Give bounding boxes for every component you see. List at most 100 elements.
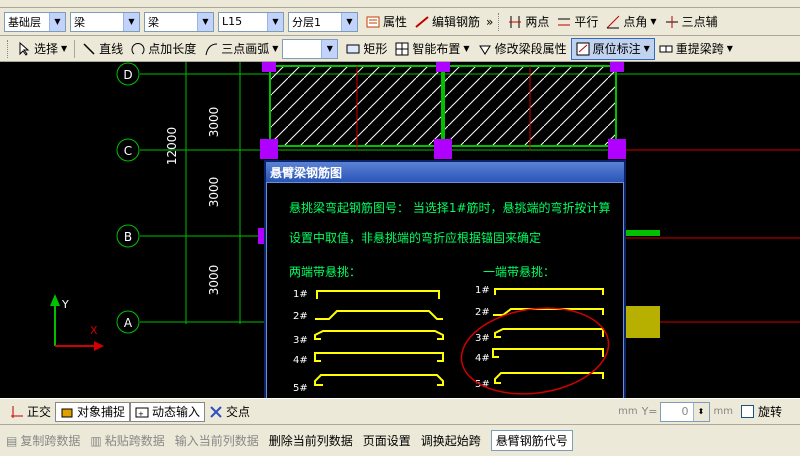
three-point-aux-button[interactable]: 三点辅 [661,11,722,33]
chevron-down-icon: ▼ [123,12,139,31]
chevron-down-icon: ▼ [267,12,283,31]
toolbar-more-button[interactable]: » [484,11,495,33]
paste-span-button[interactable]: ▥ 粘贴跨数据 [90,432,164,449]
toolbar-grip [7,39,10,58]
y-value: 0 [681,405,689,418]
toolbar-grip [498,12,501,31]
draw-mode-select[interactable]: ▼ [282,38,339,59]
chevron-down-icon: ▼ [197,12,213,31]
member-value: L15 [222,15,243,28]
highlight-ellipse [460,307,610,395]
re-span-label: 重提梁跨 [675,42,724,56]
rect-icon [346,42,360,56]
paste-icon: ▥ [90,434,102,448]
svg-text:Y: Y [61,298,69,311]
two-point-icon [508,15,522,29]
ortho-icon [10,405,24,419]
rect-button[interactable]: 矩形 [342,38,391,60]
swap-start-span-button[interactable]: 调换起始跨 [421,432,481,449]
chevron-down-icon: ▼ [341,12,357,31]
type-select[interactable]: 梁 ▼ [144,11,214,32]
toolbar-main: 基础层 ▼ 梁 ▼ 梁 ▼ L15 ▼ 分层1 ▼ 属性 编辑钢筋 » 两点 平行 点角 ▼… [0,8,800,36]
dim-text-cb: 3000 [207,177,221,208]
status-bar: 正交 对象捕捉 + 动态输入 交点 mm Y= 0 ⬍ mm 旋转 [0,398,800,424]
smart-layout-button[interactable]: 智能布置 ▼ [391,38,473,60]
dialog-title[interactable]: 悬臂梁钢筋图 [266,162,624,182]
original-mark-button[interactable]: 原位标注 ▼ [570,37,655,60]
chevron-down-icon: ▼ [321,39,338,58]
smart-layout-icon [395,42,409,56]
rebar-left-4[interactable] [314,352,444,362]
re-span-button[interactable]: 重提梁跨 ▼ [655,38,737,60]
cantilever-code-button[interactable]: 悬臂钢筋代号 [490,430,573,451]
rotate-checkbox[interactable] [740,405,754,418]
edit-rebar-button[interactable]: 编辑钢筋 [411,11,484,33]
rebar-right-3[interactable] [494,328,604,338]
cantilever-rebar-dialog[interactable]: 悬臂梁钢筋图 悬挑梁弯起钢筋图号： 当选择1#筋时，悬挑端的弯折按计算 设置中取… [264,160,626,438]
bottom-toolbar: ▤ 复制跨数据 ▥ 粘贴跨数据 输入当前列数据 删除当前列数据 页面设置 调换起始跨… [0,424,800,456]
point-length-button[interactable]: 点加长度 [127,38,200,60]
column[interactable] [610,62,624,72]
parallel-label: 平行 [574,15,599,29]
two-point-label: 两点 [525,15,550,29]
intersection-toggle[interactable]: 交点 [205,402,254,422]
copy-span-label: 复制跨数据 [20,434,81,448]
column[interactable] [436,62,450,72]
delete-column-button[interactable]: 删除当前列数据 [269,432,353,449]
category-select[interactable]: 梁 ▼ [70,11,140,32]
y-input[interactable]: 0 ⬍ [659,401,710,422]
separator [74,39,76,58]
line-icon [82,42,96,56]
chevron-down-icon: ▼ [726,44,733,53]
page-setup-button[interactable]: 页面设置 [363,432,411,449]
parallel-icon [557,15,571,29]
axis-bubble-a: A [116,310,140,334]
modify-span-button[interactable]: 修改梁段属性 [474,38,571,60]
column[interactable] [260,139,278,159]
floor-select[interactable]: 基础层 ▼ [4,11,66,32]
column-a-right[interactable] [626,306,660,338]
column[interactable] [608,139,626,159]
ortho-label: 正交 [27,405,52,419]
intersection-label: 交点 [226,405,251,419]
point-angle-label: 点角 [623,15,648,29]
rebar-left-2[interactable] [315,310,443,320]
svg-text:+: + [138,410,144,418]
member-select[interactable]: L15 ▼ [218,11,284,32]
beam-slab-left [269,65,443,147]
layer-select[interactable]: 分层1 ▼ [288,11,358,32]
edit-rebar-label: 编辑钢筋 [432,15,481,29]
point-angle-icon [606,15,620,29]
arc-button[interactable]: 三点画弧 ▼ [200,38,282,60]
spinner-icon: ⬍ [692,402,709,421]
axis-bubble-b: B [116,224,140,248]
snap-icon [60,405,74,419]
axis-bubble-c: C [116,138,140,162]
rebar-right-1[interactable] [494,288,604,295]
chevron-down-icon: ▼ [272,44,279,53]
point-angle-button[interactable]: 点角 ▼ [602,11,660,33]
properties-button[interactable]: 属性 [362,11,411,33]
rebar-left-1[interactable] [316,290,440,299]
dim-text-ba: 3000 [207,265,221,296]
rebar-right-5[interactable] [494,372,604,384]
parallel-button[interactable]: 平行 [553,11,602,33]
rebar-right-4[interactable] [492,348,604,358]
ortho-toggle[interactable]: 正交 [6,402,55,422]
menu-strip [0,0,800,8]
copy-span-button[interactable]: ▤ 复制跨数据 [6,432,80,449]
rect-label: 矩形 [363,42,388,56]
input-column-button[interactable]: 输入当前列数据 [175,432,259,449]
dynamic-input-toggle[interactable]: + 动态输入 [130,401,206,422]
column[interactable] [262,62,276,72]
snap-toggle[interactable]: 对象捕捉 [55,401,131,422]
select-button[interactable]: 选择 ▼ [13,38,71,60]
line-button[interactable]: 直线 [78,38,127,60]
smart-layout-label: 智能布置 [412,42,461,56]
point-length-label: 点加长度 [148,42,197,56]
column[interactable] [434,139,452,159]
rebar-left-5[interactable] [314,374,444,386]
two-point-button[interactable]: 两点 [504,11,553,33]
paste-span-label: 粘贴跨数据 [104,434,165,448]
rebar-left-3[interactable] [314,330,444,340]
